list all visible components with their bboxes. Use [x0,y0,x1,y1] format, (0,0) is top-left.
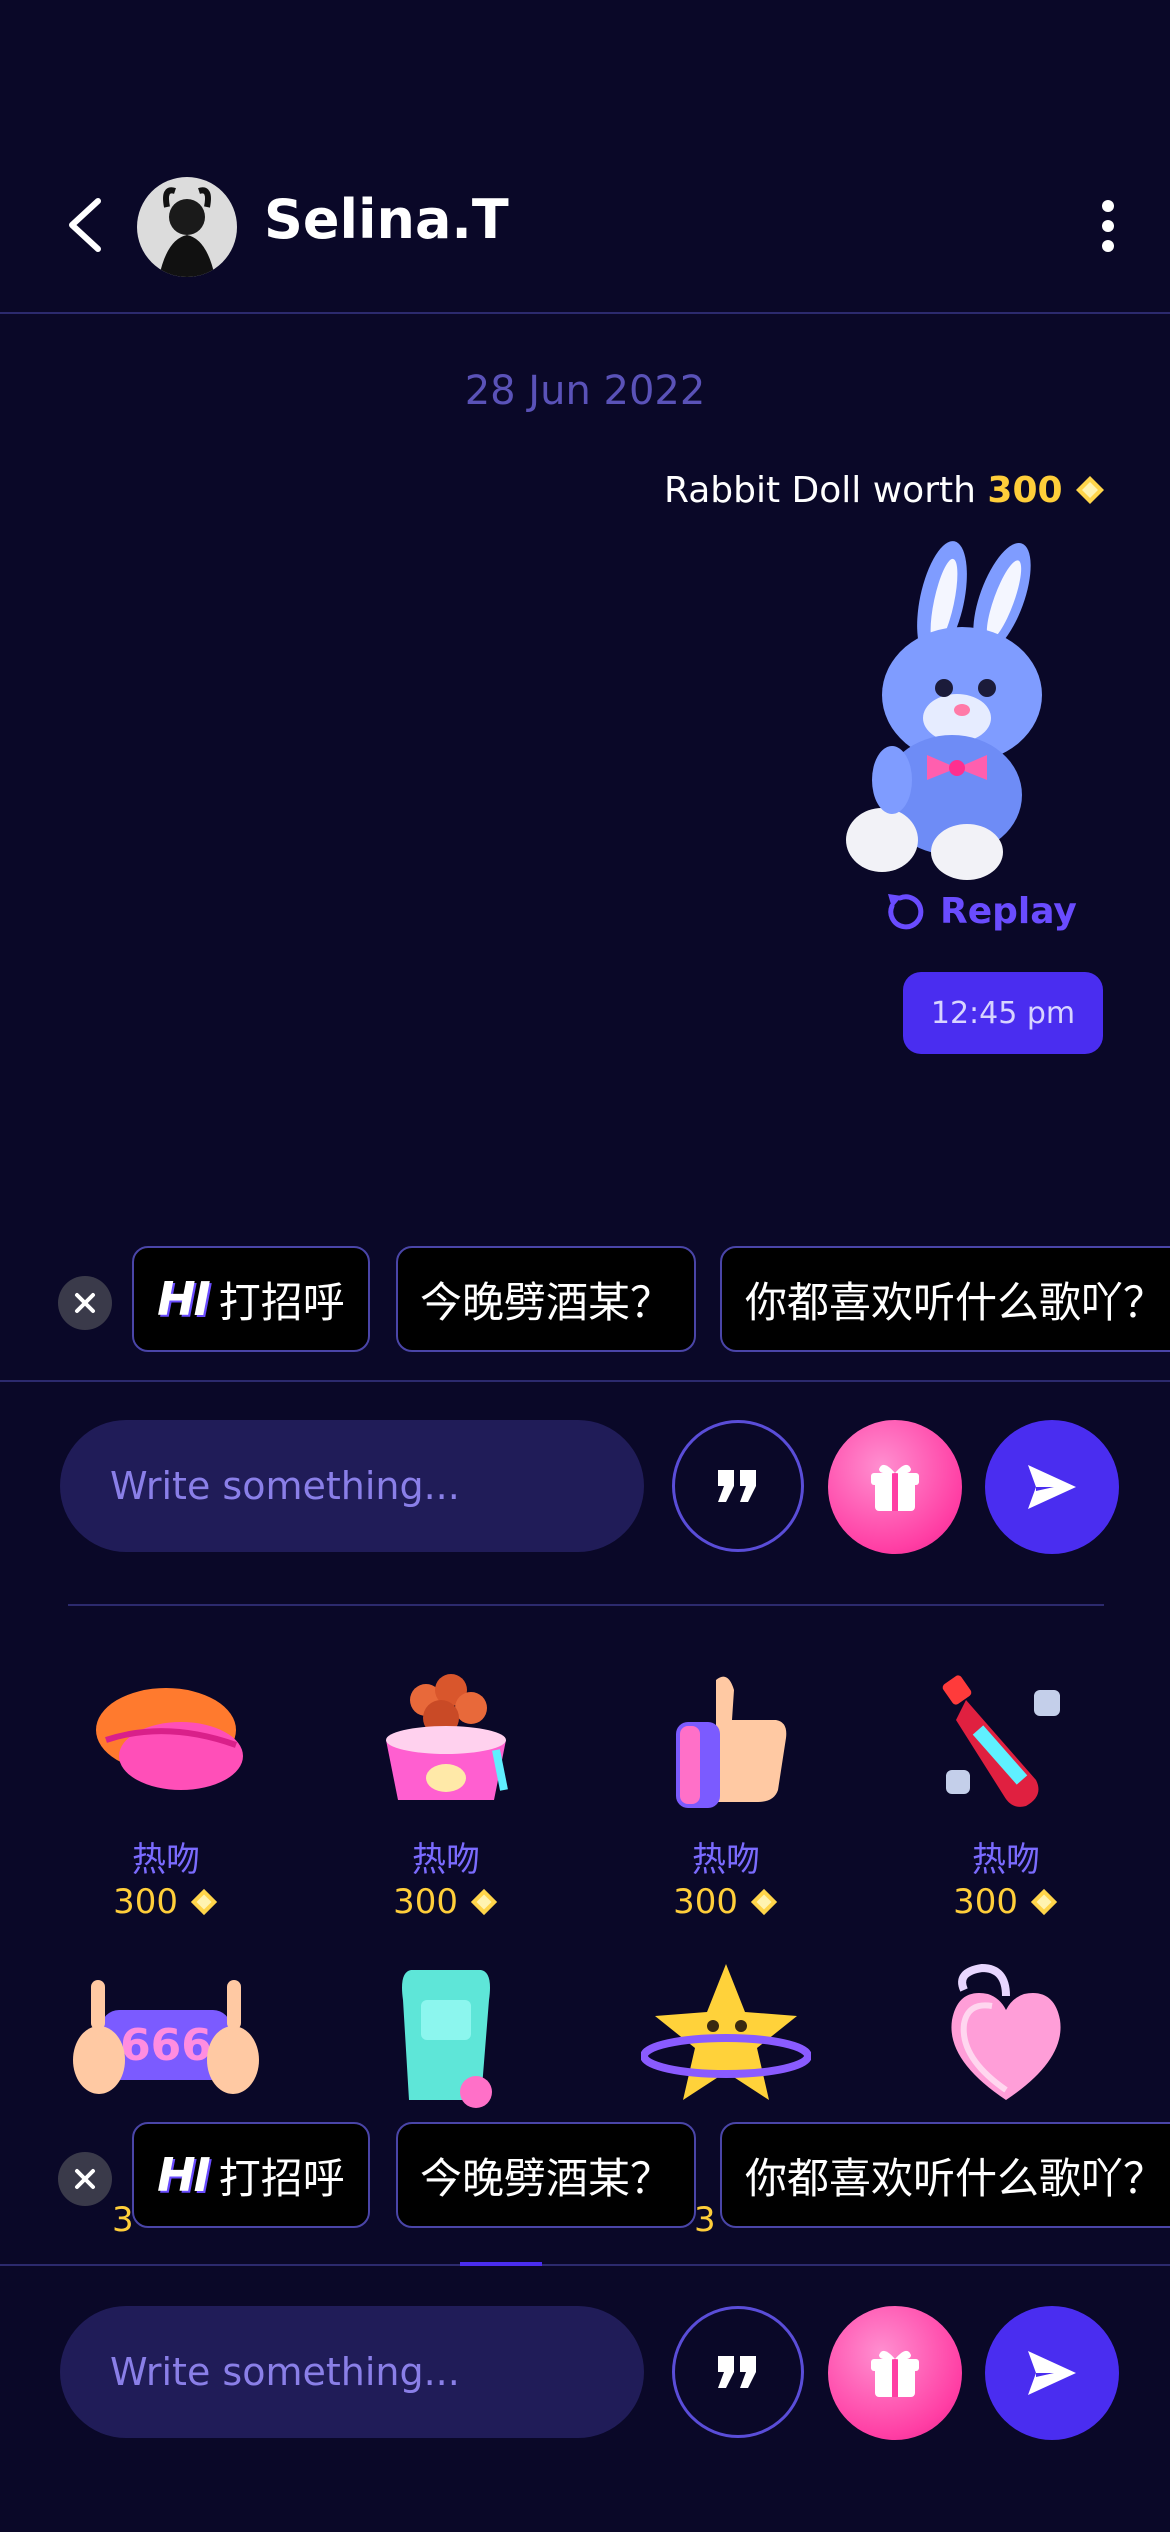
quick-phrase-chip[interactable]: HI 打招呼 [132,2122,370,2228]
hi-badge-icon: HI [157,1272,211,1326]
gift-item[interactable]: 热吻 300 [606,1660,846,1940]
gift-button[interactable] [828,2306,962,2440]
gift-panel-divider [68,1604,1104,1606]
quote-icon [718,1470,756,1502]
message-timestamp: 12:45 pm [903,972,1103,1054]
gift-price-value: 300 [113,1882,179,1922]
quick-phrase-label: 今晚劈酒某？ [419,1277,672,1327]
quick-phrase-label: 打招呼 [218,2153,345,2203]
gift-name: 热吻 [972,1840,1040,1880]
quick-phrase-button[interactable] [672,2306,804,2438]
gift-price-value: 300 [673,1882,739,1922]
pet-food-bowl-icon [386,1674,508,1800]
gift-name: 热吻 [692,1840,760,1880]
gift-button[interactable] [828,1420,962,1554]
page-indicator [460,2262,542,2266]
close-phrases-button[interactable] [58,1276,112,1330]
gift-icon [871,1464,919,1511]
gift-name: 热吻 [132,1840,200,1880]
message-composer [0,1420,1170,1570]
send-icon [1028,2351,1076,2395]
gift-name: 热吻 [412,1840,480,1880]
quick-phrase-label: 打招呼 [218,1277,345,1327]
diamond-icon [470,1888,497,1916]
gift-icon [871,2350,919,2397]
quick-phrase-label: 你都喜欢听什么歌吖？ [744,1277,1165,1327]
gift-price: 300 [326,1882,566,1922]
thumbs-up-icon [676,1676,787,1808]
gift-item[interactable]: 热吻 300 [886,1660,1126,1940]
tube-icon [402,1970,492,2108]
quick-phrase-row: HI 打招呼 今晚劈酒某？ 你都喜欢听什么歌吖？ [0,2122,1170,2238]
divider [0,1380,1170,1382]
send-icon [1028,1465,1076,1509]
rabbit-doll-gift-icon[interactable] [832,540,1062,880]
quick-phrase-chip[interactable]: HI 打招呼 [132,1246,370,1352]
gift-price: 300 [886,1882,1126,1922]
quote-icon [718,2356,756,2388]
gift-item[interactable]: 热吻 300 [46,1660,286,1940]
quick-phrase-chip[interactable]: 今晚劈酒某？ [396,1246,696,1352]
hi-badge-icon: HI [157,2148,211,2202]
quick-phrase-chip[interactable]: 今晚劈酒某？ [396,2122,696,2228]
gift-price: 300 [46,1882,286,1922]
quick-phrase-label: 今晚劈酒某？ [419,2153,672,2203]
quick-phrase-button[interactable] [672,1420,804,1552]
soda-bottle-icon [942,1675,1060,1807]
star-planet-icon [641,1964,811,2100]
close-icon [75,1293,95,1313]
send-button[interactable] [985,2306,1119,2440]
gift-message-prefix: Rabbit Doll worth [663,470,976,511]
quick-phrase-row: HI 打招呼 今晚劈酒某？ 你都喜欢听什么歌吖？ [0,1246,1170,1362]
diamond-icon [750,1888,777,1916]
back-arrow-icon[interactable] [58,195,118,255]
close-icon [75,2169,95,2189]
replay-button[interactable]: Replay [884,890,1077,932]
close-phrases-button[interactable] [58,2152,112,2206]
quick-phrase-chip[interactable]: 你都喜欢听什么歌吖？ [720,2122,1170,2228]
divider [0,2264,1170,2266]
replay-label: Replay [940,890,1077,932]
contact-name: Selina.T [264,188,509,251]
quick-phrase-label: 你都喜欢听什么歌吖？ [744,2153,1165,2203]
avatar[interactable] [137,177,237,277]
heart-lock-icon [951,1963,1061,2100]
quick-phrase-chip[interactable]: 你都喜欢听什么歌吖？ [720,1246,1170,1352]
diamond-icon [1030,1888,1057,1916]
date-separator: 28 Jun 2022 [464,368,706,414]
lips-icon [96,1688,243,1790]
send-button[interactable] [985,1420,1119,1554]
gift-price-value: 300 [393,1882,459,1922]
diamond-icon [1076,476,1104,504]
more-options-icon[interactable] [1090,196,1126,256]
gift-item[interactable]: 热吻 300 [326,1660,566,1940]
gift-price: 300 [606,1882,846,1922]
replay-icon [888,894,924,930]
diamond-icon [190,1888,217,1916]
svg-text:666: 666 [120,2020,212,2071]
gift-message-amount: 300 [987,470,1063,511]
message-composer [0,2306,1170,2456]
message-input[interactable] [60,1420,644,1552]
message-input[interactable] [60,2306,644,2438]
hands-666-icon: 666 [73,1980,259,2094]
gift-price-value: 300 [953,1882,1019,1922]
gift-message-caption: Rabbit Doll worth 300 [664,470,1106,511]
